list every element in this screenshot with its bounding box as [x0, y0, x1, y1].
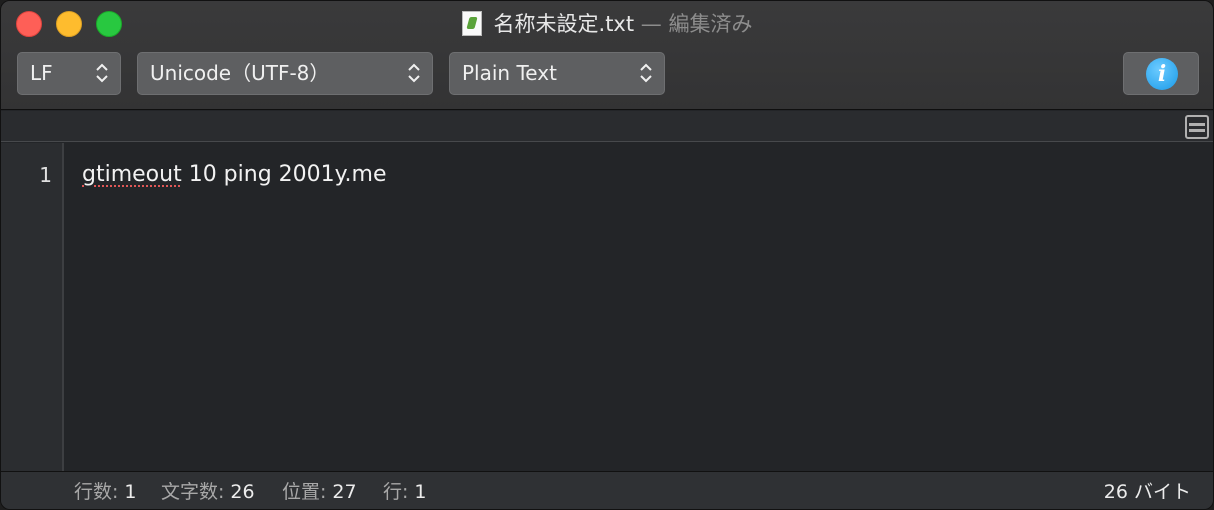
line-ending-popup[interactable]: LF	[17, 52, 121, 95]
line-count-label: 行数:	[74, 481, 119, 503]
window-title: 名称未設定.txt — 編集済み	[1, 9, 1213, 39]
info-icon: i	[1146, 58, 1178, 90]
up-down-chevron-icon	[96, 63, 108, 83]
editor-window: 名称未設定.txt — 編集済み LF Unicode（UTF-8） Plain…	[0, 0, 1214, 510]
encoding-popup[interactable]: Unicode（UTF-8）	[137, 52, 433, 95]
document-name: 名称未設定.txt	[493, 12, 635, 36]
syntax-value: Plain Text	[462, 61, 557, 85]
line-number-gutter: 1	[1, 143, 64, 471]
position-value: 27	[332, 481, 357, 503]
split-view-icon[interactable]	[1185, 115, 1209, 139]
text-line[interactable]: gtimeout 10 ping 2001y.me	[82, 161, 387, 189]
char-count-label: 文字数:	[161, 481, 225, 503]
char-count-value: 26	[230, 481, 255, 503]
text-document-icon[interactable]	[461, 11, 482, 36]
position-label: 位置:	[282, 481, 327, 503]
line-count-value: 1	[124, 481, 137, 503]
misspelled-word[interactable]: gtimeout	[82, 162, 182, 187]
edited-status: 編集済み	[668, 12, 753, 36]
status-bar: 行数: 1 文字数: 26 位置: 27 行: 1 26 バイト	[1, 471, 1213, 509]
line-text: 10 ping 2001y.me	[181, 162, 387, 187]
row-stat: 行: 1	[383, 472, 427, 509]
row-label: 行:	[383, 481, 409, 503]
line-ending-value: LF	[30, 61, 53, 85]
title-bar: 名称未設定.txt — 編集済み LF Unicode（UTF-8） Plain…	[1, 1, 1213, 110]
syntax-popup[interactable]: Plain Text	[449, 52, 665, 95]
byte-count: 26 バイト	[1103, 481, 1191, 503]
text-editor-area[interactable]: gtimeout 10 ping 2001y.me	[66, 143, 1213, 471]
title-separator: —	[640, 12, 662, 36]
up-down-chevron-icon	[640, 63, 652, 83]
char-count-stat: 文字数: 26	[161, 472, 255, 509]
line-number: 1	[39, 163, 52, 187]
encoding-value: Unicode（UTF-8）	[150, 61, 330, 85]
position-stat: 位置: 27	[282, 472, 357, 509]
row-value: 1	[414, 481, 427, 503]
ruler-bar	[1, 111, 1213, 142]
up-down-chevron-icon	[408, 63, 420, 83]
line-count-stat: 行数: 1	[74, 472, 137, 509]
info-button[interactable]: i	[1123, 52, 1199, 95]
